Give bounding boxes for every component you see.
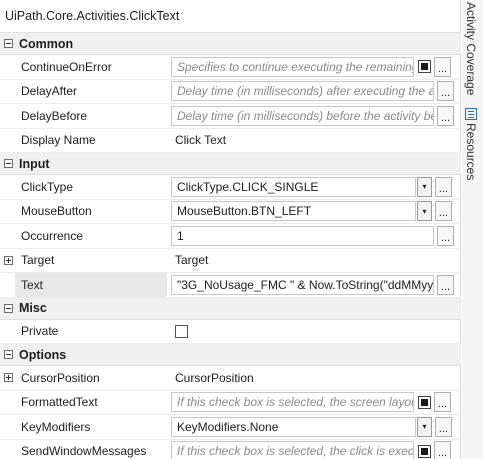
ellipsis-button[interactable]: ... <box>435 176 452 197</box>
checkbox-icon[interactable] <box>418 444 431 458</box>
property-name: MouseButton <box>21 204 92 219</box>
send-window-messages-input[interactable]: If this check box is selected, the click… <box>171 441 414 459</box>
property-row-target: Target Target <box>0 249 461 273</box>
category-label: Options <box>19 347 67 362</box>
checkbox-icon[interactable] <box>418 395 431 409</box>
resources-icon <box>465 108 477 120</box>
expand-icon[interactable] <box>4 373 13 383</box>
property-row-text: Text "3G_NoUsage_FMC " & Now.ToString("d… <box>0 273 461 298</box>
category-label: Misc <box>19 301 47 315</box>
property-name: Display Name <box>21 133 96 148</box>
property-row-continue-on-error: ContinueOnError Specifies to continue ex… <box>0 55 461 80</box>
property-name: DelayBefore <box>21 108 88 123</box>
property-grid: Common ContinueOnError Specifies to cont… <box>0 33 461 459</box>
category-options[interactable]: Options <box>0 344 461 366</box>
checkbox-icon[interactable] <box>418 60 431 74</box>
property-name: DelayAfter <box>21 84 78 99</box>
collapse-icon[interactable] <box>4 159 13 168</box>
expand-icon[interactable] <box>4 255 13 265</box>
property-row-occurrence: Occurrence 1 ... <box>0 224 461 249</box>
property-name: Target <box>21 253 55 268</box>
ellipsis-button[interactable]: ... <box>434 441 451 459</box>
category-label: Common <box>19 36 74 51</box>
property-name: SendWindowMessages <box>21 444 147 459</box>
tab-resources[interactable]: Resources <box>464 108 478 180</box>
property-name: KeyModifiers <box>21 419 91 434</box>
ellipsis-button[interactable]: ... <box>434 392 451 413</box>
collapse-icon[interactable] <box>4 303 13 313</box>
ellipsis-button[interactable]: ... <box>437 81 454 102</box>
property-row-formatted-text: FormattedText If this check box is selec… <box>0 391 461 415</box>
ellipsis-button[interactable]: ... <box>435 416 452 437</box>
ellipsis-button[interactable]: ... <box>437 105 454 126</box>
ellipsis-button[interactable]: ... <box>434 56 451 77</box>
target-value: Target <box>175 253 209 268</box>
property-name: CursorPosition <box>21 370 100 385</box>
tab-resources-label: Resources <box>464 123 478 181</box>
property-name: ClickType <box>21 179 74 194</box>
delay-before-input[interactable]: Delay time (in milliseconds) before the … <box>171 105 434 126</box>
side-tab-strip: Activity Coverage Resources <box>462 0 483 459</box>
property-row-click-type: ClickType ClickType.CLICK_SINGLE ▾ ... <box>0 175 461 200</box>
category-label: Input <box>19 156 50 171</box>
category-misc[interactable]: Misc <box>0 297 461 320</box>
panel-title: UiPath.Core.Activities.ClickText <box>0 0 460 33</box>
property-row-delay-after: DelayAfter Delay time (in milliseconds) … <box>0 80 461 104</box>
chevron-down-icon[interactable]: ▾ <box>417 416 432 437</box>
ellipsis-button[interactable]: ... <box>437 225 454 246</box>
property-row-send-window-messages: SendWindowMessages If this check box is … <box>0 440 461 459</box>
ellipsis-button[interactable]: ... <box>435 201 452 222</box>
delay-after-input[interactable]: Delay time (in milliseconds) after execu… <box>171 81 434 102</box>
property-row-key-modifiers: KeyModifiers KeyModifiers.None ▾ ... <box>0 415 461 440</box>
property-name: Occurrence <box>21 228 84 243</box>
chevron-down-icon[interactable]: ▾ <box>417 176 432 197</box>
mouse-button-select[interactable]: MouseButton.BTN_LEFT <box>171 201 416 222</box>
property-row-delay-before: DelayBefore Delay time (in milliseconds)… <box>0 104 461 129</box>
collapse-icon[interactable] <box>4 350 13 359</box>
private-checkbox[interactable] <box>175 324 188 338</box>
display-name-value[interactable]: Click Text <box>171 133 226 147</box>
click-type-select[interactable]: ClickType.CLICK_SINGLE <box>171 176 416 197</box>
key-modifiers-select[interactable]: KeyModifiers.None <box>171 416 416 437</box>
properties-panel: UiPath.Core.Activities.ClickText Common … <box>0 0 461 459</box>
continue-on-error-input[interactable]: Specifies to continue executing the rema… <box>171 56 414 77</box>
category-common[interactable]: Common <box>0 33 461 55</box>
text-input[interactable]: "3G_NoUsage_FMC " & Now.ToString("ddMMyy… <box>171 274 434 295</box>
chevron-down-icon[interactable]: ▾ <box>417 201 432 222</box>
category-input[interactable]: Input <box>0 153 461 175</box>
property-name: Private <box>21 324 59 339</box>
property-row-mouse-button: MouseButton MouseButton.BTN_LEFT ▾ ... <box>0 200 461 224</box>
property-name: FormattedText <box>21 395 98 410</box>
property-row-private: Private <box>0 320 461 344</box>
property-name: ContinueOnError <box>21 59 112 74</box>
occurrence-input[interactable]: 1 <box>171 225 434 246</box>
collapse-icon[interactable] <box>4 39 13 48</box>
tab-activity-coverage[interactable]: Activity Coverage <box>464 2 478 95</box>
ellipsis-button[interactable]: ... <box>437 274 454 295</box>
property-row-display-name: Display Name Click Text <box>0 129 461 153</box>
cursor-position-value: CursorPosition <box>175 370 254 385</box>
formatted-text-input[interactable]: If this check box is selected, the scree… <box>171 392 414 413</box>
property-row-cursor-position: CursorPosition CursorPosition <box>0 366 461 391</box>
property-name: Text <box>15 273 167 297</box>
